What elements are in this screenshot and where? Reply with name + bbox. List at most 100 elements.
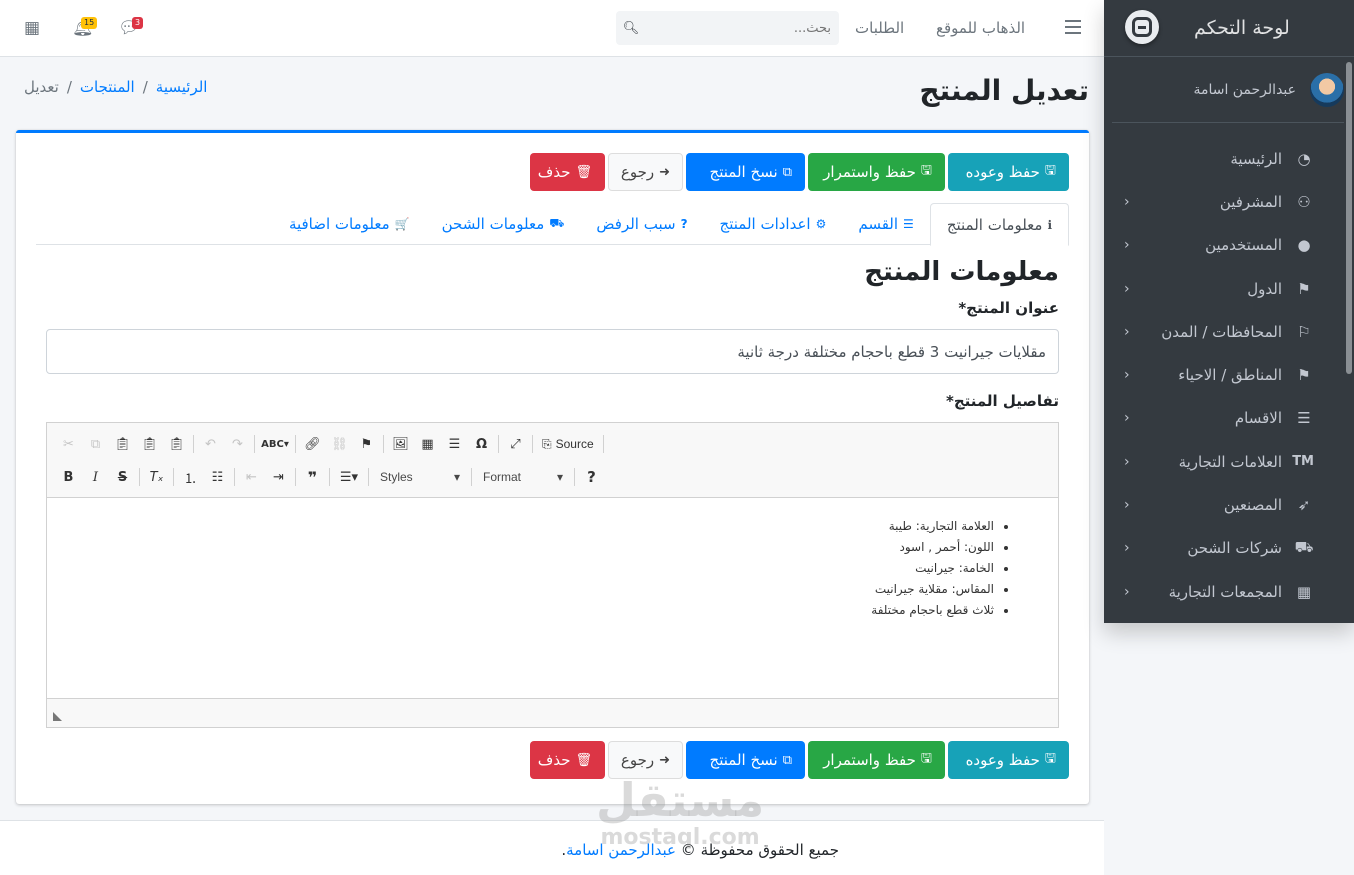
rich-text-editor: ✂ ⧉ 📋︎ 📋︎ 📋︎ ↶ ↷ ABC▾ 🔗︎ ⛓ ⚑ 🖼︎ ▦ ☰ Ω ⤢ … bbox=[46, 422, 1059, 728]
sidebar-item-shipping[interactable]: ⛟ شركات الشحن ‹ bbox=[1104, 527, 1354, 570]
tab-category[interactable]: ☰ القسم bbox=[842, 203, 929, 245]
info-icon: ℹ bbox=[1047, 217, 1052, 232]
unlink-icon[interactable]: ⛓ bbox=[326, 431, 353, 457]
tab-label: معلومات اضافية bbox=[288, 215, 390, 233]
save-and-continue-button[interactable]: 🖫 حفظ واستمرار bbox=[808, 153, 945, 191]
user-panel[interactable]: عبدالرحمن اسامة bbox=[1112, 57, 1344, 123]
chevron-left-icon: ‹ bbox=[1124, 410, 1130, 427]
sidebar-item-admins[interactable]: ⚇ المشرفين ‹ bbox=[1104, 180, 1354, 223]
link-icon[interactable]: 🔗︎ bbox=[299, 431, 326, 457]
save-and-back-button[interactable]: 🖫 حفظ وعوده bbox=[948, 153, 1069, 191]
paste-icon[interactable]: 📋︎ bbox=[109, 431, 136, 457]
undo-icon[interactable]: ↶ bbox=[197, 431, 224, 457]
list-item: المقاس: مقلاية جيرانيت bbox=[47, 579, 994, 600]
product-title-input[interactable] bbox=[46, 329, 1059, 374]
horizontal-line-icon[interactable]: ☰ bbox=[441, 431, 468, 457]
tab-rejection-reason[interactable]: ? سبب الرفض bbox=[580, 203, 703, 245]
tab-product-info[interactable]: ℹ معلومات المنتج bbox=[929, 203, 1069, 246]
save-and-back-button[interactable]: 🖫 حفظ وعوده bbox=[948, 741, 1069, 779]
strikethrough-icon[interactable]: S bbox=[109, 464, 136, 490]
maximize-icon[interactable]: ⤢ bbox=[502, 431, 529, 457]
redo-icon[interactable]: ↷ bbox=[224, 431, 251, 457]
indent-icon[interactable]: ⇥ bbox=[265, 464, 292, 490]
remove-format-icon[interactable]: Tₓ bbox=[143, 464, 170, 490]
sidebar-item-label: المحافظات / المدن bbox=[1161, 322, 1282, 341]
blockquote-icon[interactable]: ❞ bbox=[299, 464, 326, 490]
apps-grid-icon[interactable]: ▦ bbox=[24, 18, 40, 38]
sidebar-scrollbar[interactable] bbox=[1346, 62, 1352, 374]
flag-icon: ⚑ bbox=[1297, 366, 1311, 385]
flag-checkered-icon: ⚐ bbox=[1297, 322, 1311, 341]
sidebar-item-home[interactable]: ◔ الرئيسية bbox=[1104, 137, 1354, 180]
cogs-icon: ⚙ bbox=[815, 217, 827, 231]
user-icon: ● bbox=[1297, 236, 1311, 255]
styles-dropdown[interactable]: Styles ▾ bbox=[372, 465, 468, 489]
arrow-left-icon: ➜ bbox=[659, 164, 670, 180]
edit-product-card: 🖫 حفظ وعوده 🖫 حفظ واستمرار ⧉ نسخ المنتج ➜ رج… bbox=[16, 130, 1089, 804]
menu-toggle-icon[interactable] bbox=[1065, 20, 1081, 38]
breadcrumb-products[interactable]: المنتجات bbox=[80, 78, 135, 96]
orders-link[interactable]: الطلبات bbox=[855, 19, 904, 37]
delete-button[interactable]: 🗑︎ حذف bbox=[530, 741, 605, 779]
button-label: حفظ واستمرار bbox=[823, 751, 916, 769]
arrow-left-icon: ➜ bbox=[659, 752, 670, 768]
bulleted-list-icon[interactable]: ☷ bbox=[204, 464, 231, 490]
brand-link[interactable]: لوحة التحكم bbox=[1104, 0, 1354, 57]
copy-icon[interactable]: ⧉ bbox=[82, 431, 109, 457]
back-button[interactable]: ➜ رجوع bbox=[608, 153, 683, 191]
table-icon[interactable]: ▦ bbox=[414, 431, 441, 457]
question-icon: ? bbox=[680, 217, 688, 231]
save-and-continue-button[interactable]: 🖫 حفظ واستمرار bbox=[808, 741, 945, 779]
help-icon[interactable]: ? bbox=[578, 464, 605, 490]
breadcrumb-separator: / bbox=[142, 78, 148, 96]
spellcheck-icon[interactable]: ABC▾ bbox=[258, 431, 292, 457]
numbered-list-icon[interactable]: ⒈ bbox=[177, 464, 204, 490]
sidebar-item-categories[interactable]: ☰ الاقسام ‹ bbox=[1104, 397, 1354, 440]
sidebar: لوحة التحكم عبدالرحمن اسامة ◔ الرئيسية ⚇ ا… bbox=[1104, 0, 1354, 623]
tab-shipping-info[interactable]: ⛟ معلومات الشحن bbox=[426, 203, 581, 245]
special-char-icon[interactable]: Ω bbox=[468, 431, 495, 457]
breadcrumb-home[interactable]: الرئيسية bbox=[156, 78, 208, 96]
sidebar-item-countries[interactable]: ⚑ الدول ‹ bbox=[1104, 267, 1354, 310]
list-icon: ☰ bbox=[1297, 409, 1311, 428]
save-icon: 🖫 bbox=[920, 751, 932, 766]
go-to-site-link[interactable]: الذهاب للموقع bbox=[936, 19, 1025, 37]
copy-product-button[interactable]: ⧉ نسخ المنتج bbox=[686, 153, 805, 191]
tab-product-settings[interactable]: ⚙ اعدادات المنتج bbox=[704, 203, 843, 245]
source-icon: ⎘ bbox=[542, 436, 552, 451]
format-dropdown[interactable]: Format ▾ bbox=[475, 465, 571, 489]
list-item: ثلاث قطع باحجام مختلفة bbox=[47, 600, 994, 621]
breadcrumb: الرئيسية / المنتجات / تعديل bbox=[24, 78, 207, 96]
resize-handle-icon[interactable] bbox=[53, 712, 62, 721]
chevron-left-icon: ‹ bbox=[1124, 540, 1130, 557]
paste-text-icon[interactable]: 📋︎ bbox=[136, 431, 163, 457]
editor-content[interactable]: العلامة التجارية: طيبة اللون: أحمر , اسو… bbox=[47, 498, 1058, 698]
source-button[interactable]: ⎘ Source bbox=[536, 437, 600, 452]
bold-icon[interactable]: B bbox=[55, 464, 82, 490]
sidebar-item-malls[interactable]: ▦ المجمعات التجارية ‹ bbox=[1104, 570, 1354, 613]
chevron-left-icon: ‹ bbox=[1124, 280, 1130, 297]
anchor-flag-icon[interactable]: ⚑ bbox=[353, 431, 380, 457]
paste-word-icon[interactable]: 📋︎ bbox=[163, 431, 190, 457]
text-direction-icon[interactable]: ☰▾ bbox=[333, 464, 365, 490]
product-title-label: عنوان المنتج* bbox=[958, 299, 1059, 317]
tab-label: القسم bbox=[858, 215, 899, 233]
chevron-down-icon: ▾ bbox=[453, 470, 460, 484]
search-input[interactable] bbox=[646, 20, 839, 36]
italic-icon[interactable]: I bbox=[82, 464, 109, 490]
sidebar-item-brands[interactable]: TM العلامات التجارية ‹ bbox=[1104, 440, 1354, 483]
tab-additional-info[interactable]: 🛒 معلومات اضافية bbox=[273, 203, 426, 245]
cut-icon[interactable]: ✂ bbox=[55, 431, 82, 457]
save-icon: 🖫 bbox=[1044, 163, 1056, 178]
source-label: Source bbox=[555, 437, 594, 451]
toolbar-separator bbox=[329, 468, 330, 486]
image-icon[interactable]: 🖼︎ bbox=[387, 431, 414, 457]
outdent-icon[interactable]: ⇤ bbox=[238, 464, 265, 490]
sidebar-item-districts[interactable]: ⚑ المناطق / الاحياء ‹ bbox=[1104, 353, 1354, 396]
delete-button[interactable]: 🗑︎ حذف bbox=[530, 153, 605, 191]
search-icon[interactable]: 🔍︎ bbox=[616, 21, 646, 36]
sidebar-item-users[interactable]: ● المستخدمين ‹ bbox=[1104, 224, 1354, 267]
sidebar-item-manufacturers[interactable]: ➶ المصنعين ‹ bbox=[1104, 483, 1354, 526]
sidebar-item-cities[interactable]: ⚐ المحافظات / المدن ‹ bbox=[1104, 310, 1354, 353]
brand-text: لوحة التحكم bbox=[1194, 17, 1290, 39]
